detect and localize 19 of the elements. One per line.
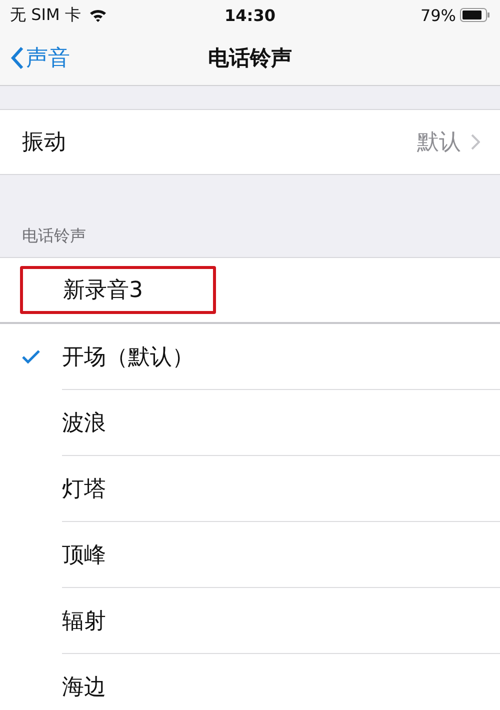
ringtone-item[interactable]: 新录音3 (20, 266, 216, 314)
battery-icon (460, 8, 490, 22)
battery-percent: 79% (420, 6, 456, 24)
ringtone-item[interactable]: 海边 (62, 672, 106, 702)
ringtone-item[interactable]: 辐射 (62, 606, 106, 636)
ringtone-item[interactable]: 波浪 (62, 408, 106, 438)
ringtone-item[interactable]: 开场（默认） (62, 342, 194, 372)
vibration-row[interactable]: 振动 默认 (0, 109, 500, 175)
section-header: 电话铃声 (22, 226, 86, 247)
wifi-icon (88, 8, 107, 22)
back-chevron-icon (10, 46, 24, 70)
ringtone-item[interactable]: 顶峰 (62, 540, 106, 570)
clock: 14:30 (224, 6, 276, 24)
vibration-value: 默认 (417, 129, 461, 157)
ringtone-item[interactable]: 灯塔 (62, 474, 106, 504)
carrier-label: 无 SIM 卡 (10, 4, 81, 26)
page-title: 电话铃声 (208, 46, 292, 70)
back-button[interactable]: 声音 (0, 42, 76, 74)
chevron-icon (471, 134, 480, 150)
